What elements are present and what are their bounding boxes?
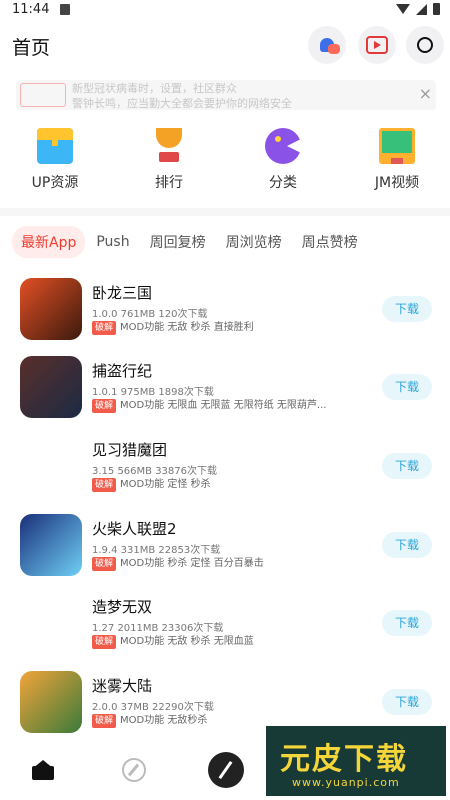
category-label: 分类 xyxy=(269,175,297,191)
tab-weekly-replies[interactable]: 周回复榜 xyxy=(141,226,215,258)
category-classify[interactable]: 分类 xyxy=(238,128,328,192)
status-bar: 11:44 xyxy=(0,0,450,20)
app-name: 火柴人联盟2 xyxy=(92,520,177,538)
list-item[interactable]: 捕盗行纪 1.0.1 975MB 1898次下载 破解 MOD功能 无限血 无限… xyxy=(0,350,450,428)
category-grid: UP资源 排行 分类 JM视频 xyxy=(0,128,450,196)
status-time: 11:44 xyxy=(12,2,50,17)
crack-badge: 破解 xyxy=(92,557,117,571)
video-button[interactable] xyxy=(358,26,396,64)
app-features: MOD功能 无限血 无限蓝 无限符纸 无限葫芦... xyxy=(120,400,327,411)
circle-button[interactable] xyxy=(406,26,444,64)
status-icons xyxy=(396,3,440,15)
app-meta: 1.9.4 331MB 22853次下载 xyxy=(92,545,221,556)
app-features: MOD功能 定怪 秒杀 xyxy=(120,479,211,490)
watermark-url: www.yuanpi.com xyxy=(292,776,400,789)
list-item[interactable]: 见习猎魔团 3.15 566MB 33876次下载 破解 MOD功能 定怪 秒杀… xyxy=(0,429,450,507)
app-name: 迷雾大陆 xyxy=(92,677,153,695)
page-title: 首页 xyxy=(12,37,51,59)
banner-tag xyxy=(20,83,66,107)
app-name: 见习猎魔团 xyxy=(92,441,168,459)
app-icon xyxy=(20,278,82,340)
banner-line-2: 警钟长鸣，应当勤大全都会要护你的网络安全 xyxy=(72,97,292,110)
pacman-icon xyxy=(265,128,303,164)
home-icon[interactable] xyxy=(32,760,54,780)
notice-banner[interactable]: 新型冠状病毒时，设置，社区群众 警钟长鸣，应当勤大全都会要护你的网络安全 × xyxy=(16,80,436,110)
category-label: 排行 xyxy=(155,175,183,191)
app-meta: 1.0.0 761MB 120次下载 xyxy=(92,309,208,320)
crack-badge: 破解 xyxy=(92,321,117,335)
app-features: MOD功能 无敌 秒杀 直接胜利 xyxy=(120,322,254,333)
list-item[interactable]: 造梦无双 1.27 2011MB 23306次下载 破解 MOD功能 无敌 秒杀… xyxy=(0,586,450,664)
list-tabs: 最新App Push 周回复榜 周浏览榜 周点赞榜 xyxy=(12,226,369,258)
banner-line-1: 新型冠状病毒时，设置，社区群众 xyxy=(72,82,237,95)
app-meta: 3.15 566MB 33876次下载 xyxy=(92,466,218,477)
list-item[interactable]: 火柴人联盟2 1.9.4 331MB 22853次下载 破解 MOD功能 秒杀 … xyxy=(0,508,450,586)
category-label: UP资源 xyxy=(31,175,79,191)
app-name: 卧龙三国 xyxy=(92,284,153,302)
category-ranking[interactable]: 排行 xyxy=(124,128,214,192)
wifi-icon xyxy=(396,4,410,14)
tab-latest-app[interactable]: 最新App xyxy=(12,226,86,258)
app-features: MOD功能 秒杀 定怪 百分百暴击 xyxy=(120,558,264,569)
crack-badge: 破解 xyxy=(92,714,117,728)
app-meta: 1.0.1 975MB 1898次下载 xyxy=(92,387,214,398)
app-features: MOD功能 无敌 秒杀 无限血蓝 xyxy=(120,636,254,647)
list-item[interactable]: 卧龙三国 1.0.0 761MB 120次下载 破解 MOD功能 无敌 秒杀 直… xyxy=(0,272,450,350)
circle-icon xyxy=(417,37,433,53)
app-meta: 2.0.0 37MB 22290次下载 xyxy=(92,702,214,713)
category-jm-video[interactable]: JM视频 xyxy=(352,128,442,192)
section-divider xyxy=(0,208,450,216)
tab-push[interactable]: Push xyxy=(87,228,138,256)
compass-icon[interactable] xyxy=(122,758,146,782)
download-button[interactable]: 下载 xyxy=(382,453,432,479)
crack-badge: 破解 xyxy=(92,399,117,413)
app-name: 捕盗行纪 xyxy=(92,362,153,380)
toolbox-icon xyxy=(37,128,73,164)
download-button[interactable]: 下载 xyxy=(382,532,432,558)
crack-badge: 破解 xyxy=(92,635,117,649)
header: 首页 xyxy=(0,22,450,70)
app-icon xyxy=(20,356,82,418)
app-features: MOD功能 无敌秒杀 xyxy=(120,715,208,726)
notification-button[interactable] xyxy=(308,26,346,64)
play-icon xyxy=(366,36,388,54)
bell-icon xyxy=(320,38,340,54)
category-up-resources[interactable]: UP资源 xyxy=(10,128,100,192)
trophy-icon xyxy=(151,128,187,164)
category-label: JM视频 xyxy=(374,175,420,191)
tab-weekly-likes[interactable]: 周点赞榜 xyxy=(293,226,367,258)
download-button[interactable]: 下载 xyxy=(382,296,432,322)
watermark: 元皮下载 www.yuanpi.com xyxy=(266,726,446,796)
download-button[interactable]: 下载 xyxy=(382,610,432,636)
tab-weekly-views[interactable]: 周浏览榜 xyxy=(217,226,291,258)
sim-icon xyxy=(60,4,70,15)
download-button[interactable]: 下载 xyxy=(382,689,432,715)
watermark-title: 元皮下载 xyxy=(280,742,408,777)
app-meta: 1.27 2011MB 23306次下载 xyxy=(92,623,224,634)
close-icon[interactable]: × xyxy=(419,85,432,103)
app-name: 造梦无双 xyxy=(92,598,153,616)
battery-icon xyxy=(433,3,440,15)
signal-icon xyxy=(416,3,427,15)
crack-badge: 破解 xyxy=(92,478,117,492)
app-icon xyxy=(20,671,82,733)
app-icon xyxy=(20,514,82,576)
screen-icon xyxy=(379,128,415,164)
pen-icon[interactable] xyxy=(208,752,244,788)
download-button[interactable]: 下载 xyxy=(382,374,432,400)
